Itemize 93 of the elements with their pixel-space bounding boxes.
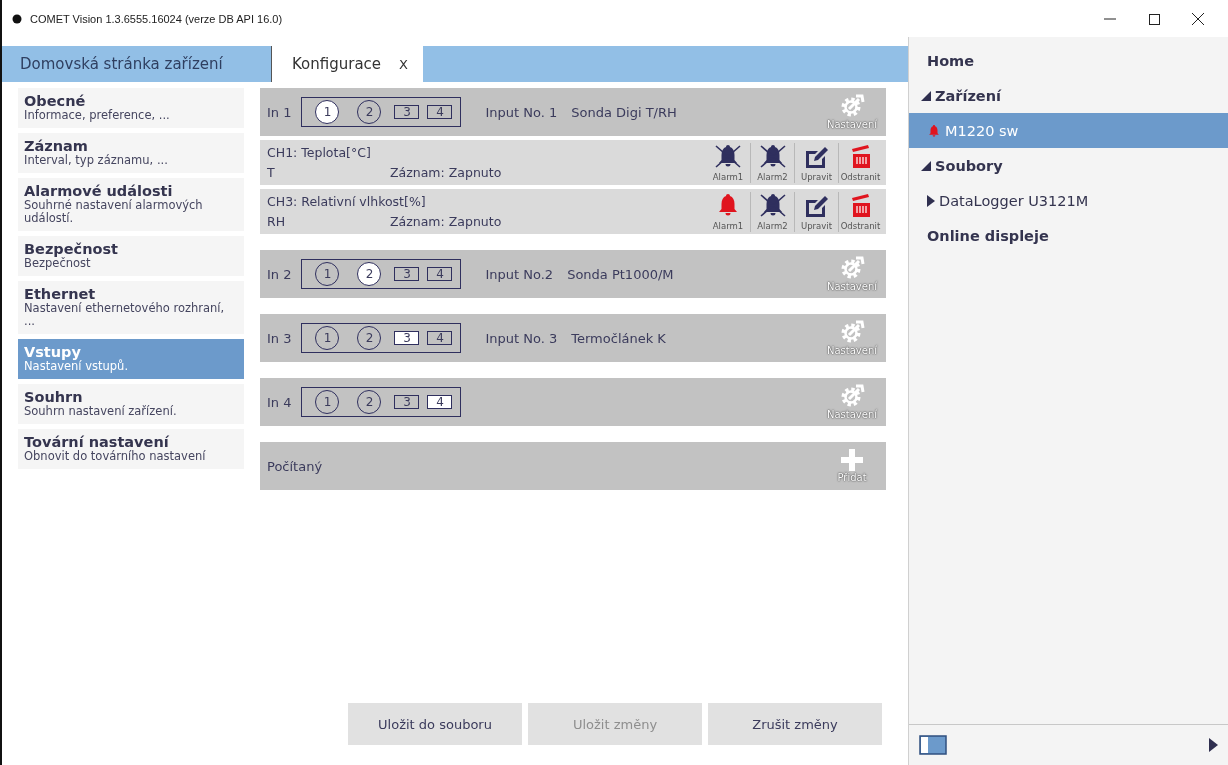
sidebar-item-title: Alarmové události <box>24 183 174 199</box>
bell-icon <box>927 123 941 138</box>
alarm-button[interactable]: Alarm2 <box>750 142 794 183</box>
delete-button[interactable]: Odstranit <box>838 142 882 183</box>
sidebar-item[interactable]: Ethernet Nastavení ethernetového rozhraní, ... <box>18 281 244 334</box>
edit-icon <box>803 144 830 169</box>
sensor-name: Termočlánek K <box>571 330 666 346</box>
settings-button[interactable]: Nastavení <box>824 94 880 130</box>
add-button[interactable]: Přidat <box>824 449 880 483</box>
crossed-bell-icon <box>759 191 786 218</box>
window-title: COMET Vision 1.3.6555.16024 (verze DB API 16.0) <box>30 13 284 25</box>
channel-option[interactable]: 2 <box>357 262 382 286</box>
sidebar-item-subtitle: Bezpečnost <box>24 257 91 270</box>
alarm-button[interactable]: Alarm2 <box>750 191 794 232</box>
record-status: Záznam: Zapnuto <box>390 165 502 180</box>
sidebar-item[interactable]: Alarmové události Souhrné nastavení alarmových událostí. <box>18 178 244 231</box>
channel-option[interactable]: 3 <box>394 331 420 345</box>
channel-option[interactable]: 3 <box>394 395 420 409</box>
app-icon <box>12 14 22 24</box>
channel-option[interactable]: 3 <box>394 105 420 119</box>
settings-icon <box>839 384 865 408</box>
sidebar-item[interactable]: Bezpečnost Bezpečnost <box>18 236 244 276</box>
edit-icon <box>803 193 830 218</box>
sidebar-item-title: Ethernet <box>24 286 97 302</box>
tree-item[interactable]: Zařízení <box>909 78 1228 113</box>
input-number: Input No. 1 <box>485 104 558 120</box>
channel-symbol: T <box>267 165 276 180</box>
sidebar-item-title: Obecné <box>24 93 87 109</box>
minimize-icon <box>1104 18 1116 20</box>
input-number: Input No.2 <box>485 266 554 282</box>
record-status: Záznam: Zapnuto <box>390 214 502 229</box>
panel-toggle-icon[interactable] <box>919 735 947 755</box>
action-button[interactable]: Zrušit změny <box>708 703 882 745</box>
expanded-icon <box>921 90 931 101</box>
settings-button[interactable]: Nastavení <box>824 256 880 292</box>
maximize-icon <box>1148 13 1160 25</box>
input-number: Input No. 3 <box>485 330 558 346</box>
channel-option[interactable]: 4 <box>427 267 453 281</box>
channel-option[interactable]: 3 <box>394 267 420 281</box>
settings-icon <box>839 256 865 280</box>
sidebar-item-title: Souhrn <box>24 389 84 405</box>
crossed-bell-icon <box>715 142 741 169</box>
input-label: In 2 <box>267 266 292 282</box>
channel-option[interactable]: 4 <box>427 331 453 345</box>
tree-item[interactable]: DataLogger U3121M <box>909 183 1228 218</box>
tree-item[interactable]: Online displeje <box>909 218 1228 253</box>
sensor-name: Sonda Digi T/RH <box>571 104 677 120</box>
sidebar-item-subtitle: Nastavení vstupů. <box>24 360 130 373</box>
tab[interactable]: Konfigurace X <box>272 46 423 82</box>
expand-arrow-icon[interactable] <box>1209 738 1218 752</box>
settings-icon <box>839 94 865 118</box>
input-label: In 1 <box>267 104 292 120</box>
sidebar-item-subtitle: Souhrn nastavení zařízení. <box>24 405 178 418</box>
sidebar-item-title: Bezpečnost <box>24 241 119 257</box>
tree-item[interactable]: Home <box>909 43 1228 78</box>
alarm-button[interactable]: Alarm1 <box>706 191 750 232</box>
sidebar-item-subtitle: Interval, typ záznamu, ... <box>24 154 169 167</box>
alarm-button[interactable]: Alarm1 <box>706 142 750 183</box>
channel-option[interactable]: 4 <box>427 395 453 409</box>
sidebar-item-subtitle: Informace, preference, ... <box>24 109 171 122</box>
channel-option[interactable]: 1 <box>315 100 340 124</box>
channel-name: CH1: Teplota[°C] <box>267 145 372 160</box>
expanded-icon <box>921 160 931 171</box>
sidebar-item-title: Záznam <box>24 138 89 154</box>
edit-button[interactable]: Upravit <box>794 142 838 183</box>
sidebar-item-title: Tovární nastavení <box>24 434 170 450</box>
channel-name: CH3: Relativní vlhkost[%] <box>267 194 427 209</box>
sidebar-item-subtitle: Souhrné nastavení alarmových událostí. <box>24 199 204 225</box>
sidebar-item-title: Vstupy <box>24 344 83 360</box>
sidebar-item-subtitle: Nastavení ethernetového rozhraní, ... <box>24 302 226 328</box>
channel-symbol: RH <box>267 214 287 229</box>
sidebar-item[interactable]: Obecné Informace, preference, ... <box>18 88 244 128</box>
crossed-bell-icon <box>759 142 786 169</box>
tab-close-button[interactable]: X <box>399 56 408 72</box>
input-label: In 4 <box>267 394 292 410</box>
action-button[interactable]: Uložit do souboru <box>348 703 522 745</box>
plus-icon <box>841 449 863 471</box>
tree-item[interactable]: Soubory <box>909 148 1228 183</box>
sidebar-item[interactable]: Tovární nastavení Obnovit do továrního nastavení <box>18 429 244 469</box>
input-label: In 3 <box>267 330 292 346</box>
sidebar-item-subtitle: Obnovit do továrního nastavení <box>24 450 207 463</box>
delete-button[interactable]: Odstranit <box>838 191 882 232</box>
sidebar-item[interactable]: Záznam Interval, typ záznamu, ... <box>18 133 244 173</box>
channel-option[interactable]: 4 <box>427 105 453 119</box>
settings-button[interactable]: Nastavení <box>824 384 880 420</box>
settings-button[interactable]: Nastavení <box>824 320 880 356</box>
edit-button[interactable]: Upravit <box>794 191 838 232</box>
close-icon <box>1192 13 1204 25</box>
sidebar-item[interactable]: Souhrn Souhrn nastavení zařízení. <box>18 384 244 424</box>
settings-icon <box>839 320 865 344</box>
collapsed-icon <box>927 194 935 207</box>
computed-label: Počítaný <box>267 458 323 474</box>
sensor-name: Sonda Pt1000/M <box>567 266 674 282</box>
